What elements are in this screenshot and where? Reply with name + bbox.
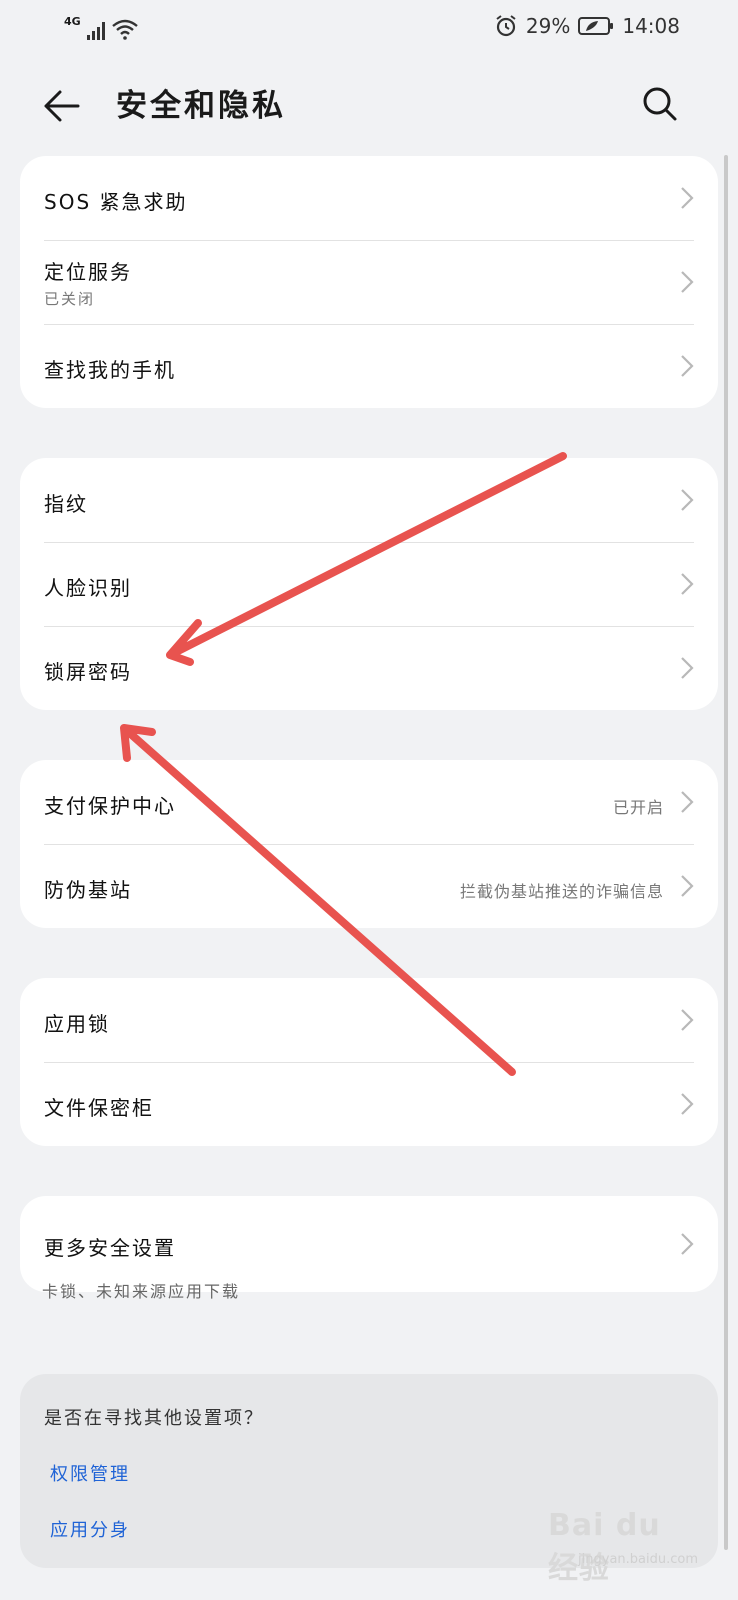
row-fake-base-station[interactable]: 防伪基站 拦截伪基站推送的诈骗信息 [20,844,718,928]
chevron-right-icon [681,355,694,377]
watermark-brand: Bai du 经验 [548,1508,661,1586]
row-status: 已关闭 [44,290,96,308]
row-payment-protection[interactable]: 支付保护中心 已开启 [20,760,718,844]
row-label: 支付保护中心 [44,794,176,818]
scrollbar[interactable] [724,155,728,1550]
settings-group-payment: 支付保护中心 已开启 防伪基站 拦截伪基站推送的诈骗信息 [20,760,718,928]
page-title: 安全和隐私 [116,88,286,124]
row-face-recognition[interactable]: 人脸识别 [20,542,718,626]
row-label: 应用锁 [44,1012,110,1036]
row-label: SOS 紧急求助 [44,190,188,214]
settings-group-location: SOS 紧急求助 定位服务 已关闭 查找我的手机 [20,156,718,408]
row-value: 已开启 [612,798,664,817]
back-arrow-icon[interactable] [40,84,84,128]
settings-group-biometrics: 指纹 人脸识别 锁屏密码 [20,458,718,710]
row-file-safe[interactable]: 文件保密柜 [20,1062,718,1146]
chevron-right-icon [681,271,694,293]
suggestion-question: 是否在寻找其他设置项？ [44,1408,264,1429]
row-label: 文件保密柜 [44,1096,154,1120]
row-label: 人脸识别 [44,576,132,600]
chevron-right-icon [681,573,694,595]
chevron-right-icon [681,875,694,897]
alarm-icon [496,15,516,37]
network-type: 4G [64,15,81,28]
row-label: 锁屏密码 [44,660,132,684]
watermark-url: jingyan.baidu.com [578,1552,698,1567]
link-app-twin[interactable]: 应用分身 [50,1516,130,1542]
row-app-lock[interactable]: 应用锁 [20,978,718,1062]
search-icon[interactable] [638,82,682,126]
row-label: 指纹 [44,492,88,516]
chevron-right-icon [681,1009,694,1031]
chevron-right-icon [681,791,694,813]
link-permission-management[interactable]: 权限管理 [50,1460,130,1486]
clock: 14:08 [622,14,680,38]
row-fingerprint[interactable]: 指纹 [20,458,718,542]
baidu-watermark: Bai du 经验 jingyan.baidu.com [548,1508,698,1586]
status-bar: 4G 29% 14:08 [0,0,738,56]
row-location-service[interactable]: 定位服务 已关闭 [20,240,718,324]
chevron-right-icon [681,1233,694,1255]
chevron-right-icon [681,1093,694,1115]
row-value: 拦截伪基站推送的诈骗信息 [459,882,664,901]
chevron-right-icon [681,489,694,511]
chevron-right-icon [681,657,694,679]
row-lock-screen-password[interactable]: 锁屏密码 [20,626,718,710]
row-label: 定位服务 [44,260,132,284]
row-find-my-phone[interactable]: 查找我的手机 [20,324,718,408]
row-label: 防伪基站 [44,878,132,902]
row-label: 更多安全设置 [44,1236,176,1260]
wifi-icon [111,19,138,40]
status-left: 4G [64,15,139,40]
chevron-right-icon [681,187,694,209]
battery-icon [578,17,614,35]
settings-group-app-lock: 应用锁 文件保密柜 [20,978,718,1146]
row-sos[interactable]: SOS 紧急求助 [20,156,718,240]
app-header: 安全和隐私 [0,70,738,142]
signal-icon [86,22,105,40]
row-label: 查找我的手机 [44,358,176,382]
status-right: 29% 14:08 [494,14,680,38]
battery-percent: 29% [525,14,571,38]
more-settings-hint: 卡锁、未知来源应用下载 [42,1282,241,1301]
